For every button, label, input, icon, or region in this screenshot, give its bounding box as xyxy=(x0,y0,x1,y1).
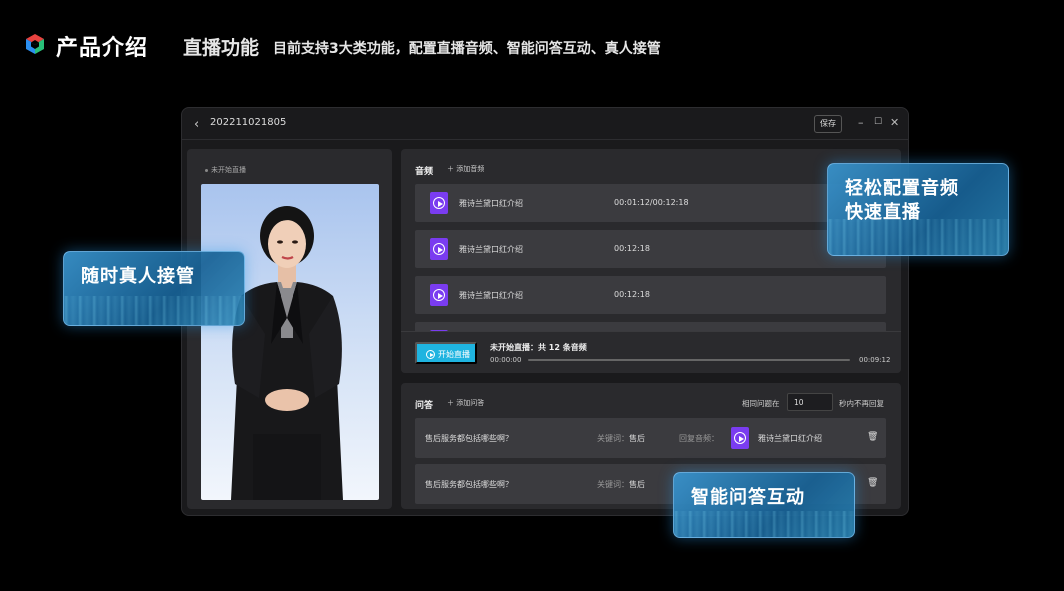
add-qa-button[interactable]: ＋ 添加问答 xyxy=(447,398,484,408)
callout-takeover-text: 随时真人接管 xyxy=(81,266,195,287)
minimize-icon[interactable]: – xyxy=(858,116,864,129)
audio-list-item[interactable]: 雅诗兰黛口红介绍 00:12:18 xyxy=(415,276,886,314)
reply-audio-label: 回复音频： xyxy=(679,434,719,443)
section-title: 直播功能 xyxy=(183,37,260,59)
start-live-label: 开始直播 xyxy=(438,350,470,359)
add-audio-button[interactable]: ＋ 添加音频 xyxy=(447,164,484,174)
audio-file-icon[interactable] xyxy=(430,284,448,306)
qa-question: 售后服务都包括哪些啊？ xyxy=(425,434,513,443)
start-live-button[interactable]: 开始直播 xyxy=(415,342,477,364)
window-title: 202211021805 xyxy=(210,117,287,128)
add-qa-label: 添加问答 xyxy=(456,399,485,407)
audio-name: 雅诗兰黛口红介绍 xyxy=(459,245,523,254)
presenter-panel: 未开始直播 xyxy=(187,149,392,509)
audio-time: 00:01:12/00:12:18 xyxy=(614,198,689,207)
qa-keyword: 关键词：售后 xyxy=(597,433,645,444)
callout-takeover: 随时真人接管 xyxy=(63,251,245,326)
section-subtitle: 目前支持3大类功能，配置直播音频、智能问答互动、真人接管 xyxy=(273,41,661,57)
same-question-label: 相同问题在 xyxy=(742,399,780,408)
save-button[interactable]: 保存 xyxy=(814,115,842,133)
callout-audio-line1: 轻松配置音频 xyxy=(845,178,959,199)
audio-file-icon[interactable] xyxy=(731,427,749,449)
playlist-status: 未开始直播：共 12 条音频 xyxy=(490,343,587,352)
trash-icon[interactable]: 🗑 xyxy=(867,432,878,442)
presenter-figure-icon xyxy=(231,206,343,500)
add-audio-label: 添加音频 xyxy=(456,165,485,173)
audio-time: 00:12:18 xyxy=(614,290,650,299)
qa-question: 售后服务都包括哪些啊？ xyxy=(425,480,513,489)
keyword-label: 关键词： xyxy=(597,434,629,443)
audio-file-icon[interactable] xyxy=(430,192,448,214)
play-circle-icon xyxy=(426,350,435,359)
qa-keyword: 关键词：售后 xyxy=(597,479,645,490)
maximize-icon[interactable]: ☐ xyxy=(874,117,882,127)
audio-file-icon[interactable] xyxy=(430,238,448,260)
audio-list-item[interactable]: 雅诗兰黛口红介绍 00:01:12/00:12:18 xyxy=(415,184,886,222)
keyword-value: 售后 xyxy=(629,434,645,443)
keyword-value: 售后 xyxy=(629,480,645,489)
callout-audio: 轻松配置音频 快速直播 xyxy=(827,163,1009,256)
time-start: 00:00:00 xyxy=(490,356,522,364)
product-logo-icon xyxy=(26,34,44,54)
title-bar: ‹ 202211021805 保存 – ☐ ✕ xyxy=(182,108,908,140)
trash-icon[interactable]: 🗑 xyxy=(867,478,878,488)
status-dot-icon xyxy=(205,169,208,172)
callout-audio-line2: 快速直播 xyxy=(845,202,921,223)
audio-panel: 音频 ＋ 添加音频 雅诗兰黛口红介绍 00:01:12/00:12:18 雅诗兰… xyxy=(401,149,901,373)
brand-title: 产品介绍 xyxy=(56,36,149,61)
live-status-label: 未开始直播 xyxy=(211,166,246,174)
reply-audio-name: 雅诗兰黛口红介绍 xyxy=(758,434,822,443)
callout-qa: 智能问答互动 xyxy=(673,472,855,538)
audio-time: 00:12:18 xyxy=(614,244,650,253)
presenter-video xyxy=(201,184,379,500)
audio-name: 雅诗兰黛口红介绍 xyxy=(459,199,523,208)
time-end: 00:09:12 xyxy=(859,356,891,364)
keyword-label: 关键词： xyxy=(597,480,629,489)
app-window: ‹ 202211021805 保存 – ☐ ✕ 未开始直播 音频 ＋ 添加音频 … xyxy=(181,107,909,516)
callout-qa-text: 智能问答互动 xyxy=(691,487,805,508)
close-icon[interactable]: ✕ xyxy=(890,116,899,129)
audio-heading: 音频 xyxy=(415,167,434,177)
qa-heading: 问答 xyxy=(415,401,434,411)
audio-list-item[interactable]: 雅诗兰黛口红介绍 00:12:18 xyxy=(415,230,886,268)
audio-name: 雅诗兰黛口红介绍 xyxy=(459,291,523,300)
qa-list-item[interactable]: 售后服务都包括哪些啊？ 关键词：售后 回复音频： 雅诗兰黛口红介绍 🗑 xyxy=(415,418,886,458)
back-icon[interactable]: ‹ xyxy=(194,117,199,132)
progress-bar[interactable] xyxy=(528,359,850,361)
interval-input[interactable] xyxy=(787,393,833,411)
no-reply-label: 秒内不再回复 xyxy=(839,399,884,408)
